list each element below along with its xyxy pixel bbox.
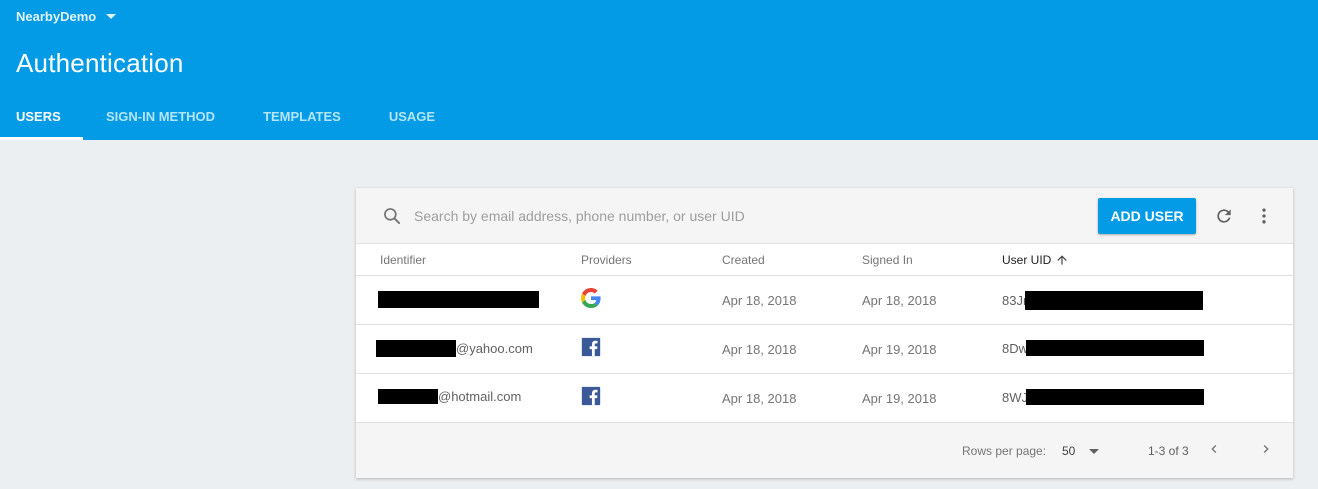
previous-page-button[interactable] <box>1204 439 1224 459</box>
column-user-uid-label: User UID <box>1002 253 1052 267</box>
redacted-block <box>1025 291 1204 310</box>
caret-down-icon <box>106 13 117 19</box>
redacted-block <box>1026 389 1204 405</box>
redacted-block <box>378 389 438 404</box>
signed-in-date: Apr 19, 2018 <box>862 342 937 357</box>
table-row[interactable]: Apr 18, 2018 Apr 18, 2018 83Jr <box>356 276 1293 325</box>
uid-prefix: 8Dw <box>1002 340 1029 356</box>
refresh-button[interactable] <box>1212 204 1236 228</box>
uid-prefix: 83Jr <box>1002 293 1028 308</box>
chevron-left-icon <box>1211 445 1217 453</box>
next-page-button[interactable] <box>1256 439 1276 459</box>
uid-prefix: 8WJ <box>1002 389 1028 405</box>
tab-templates[interactable]: TEMPLATES <box>263 100 341 140</box>
identifier-cell <box>378 291 539 308</box>
rows-per-page-value: 50 <box>1062 444 1076 458</box>
tab-usage[interactable]: USAGE <box>389 100 435 140</box>
sort-ascending-icon <box>1057 255 1068 265</box>
created-date: Apr 18, 2018 <box>722 293 797 308</box>
uid-cell: 8WJ <box>1002 389 1204 405</box>
uid-cell: 8Dw <box>1002 340 1205 356</box>
rows-per-page-label: Rows per page: <box>962 444 1047 458</box>
project-name: NearbyDemo <box>16 8 97 24</box>
tab-sign-in-method[interactable]: SIGN-IN METHOD <box>106 100 215 140</box>
users-card: ADD USER Identifier Providers Created Si… <box>356 188 1293 478</box>
google-icon <box>581 288 601 308</box>
signed-in-date: Apr 19, 2018 <box>862 391 937 406</box>
table-header: Identifier Providers Created Signed In U… <box>356 245 1293 276</box>
identifier-suffix: @hotmail.com <box>438 389 522 404</box>
facebook-icon <box>581 386 601 406</box>
pagination-range: 1-3 of 3 <box>1148 444 1189 458</box>
chevron-right-icon <box>1263 445 1269 453</box>
table-row[interactable]: @hotmail.com Apr 18, 2018 Apr 19, 2018 8… <box>356 374 1293 423</box>
refresh-icon <box>1217 209 1231 223</box>
more-options-button[interactable] <box>1252 204 1276 228</box>
signed-in-date: Apr 18, 2018 <box>862 293 937 308</box>
column-identifier[interactable]: Identifier <box>380 253 426 267</box>
created-date: Apr 18, 2018 <box>722 342 797 357</box>
uid-cell: 83Jr <box>1002 291 1204 310</box>
column-user-uid[interactable]: User UID <box>1002 253 1069 267</box>
column-providers: Providers <box>581 253 632 267</box>
tab-users[interactable]: USERS <box>0 100 83 140</box>
search-icon <box>384 208 401 225</box>
identifier-suffix: @yahoo.com <box>456 341 533 356</box>
column-created[interactable]: Created <box>722 253 765 267</box>
app-header: NearbyDemo Authentication USERS SIGN-IN … <box>0 0 1318 140</box>
facebook-icon <box>581 337 601 357</box>
search-input[interactable] <box>414 204 1014 228</box>
redacted-block <box>378 291 539 308</box>
caret-down-icon <box>1089 448 1100 454</box>
rows-per-page-select[interactable]: 50 <box>1062 444 1100 458</box>
redacted-block <box>1026 340 1205 356</box>
table-row[interactable]: @yahoo.com Apr 18, 2018 Apr 19, 2018 8Dw <box>356 325 1293 374</box>
tab-bar: USERS SIGN-IN METHOD TEMPLATES USAGE <box>0 100 435 140</box>
users-toolbar: ADD USER <box>356 188 1293 244</box>
column-signed-in[interactable]: Signed In <box>862 253 913 267</box>
table-footer: Rows per page: 50 1-3 of 3 <box>356 423 1293 478</box>
redacted-block <box>376 340 456 357</box>
created-date: Apr 18, 2018 <box>722 391 797 406</box>
identifier-cell: @yahoo.com <box>376 340 533 357</box>
add-user-button[interactable]: ADD USER <box>1098 198 1196 234</box>
project-selector[interactable]: NearbyDemo <box>16 8 117 24</box>
identifier-cell: @hotmail.com <box>378 389 521 404</box>
page-title: Authentication <box>16 48 184 78</box>
more-vert-icon <box>1262 208 1266 224</box>
